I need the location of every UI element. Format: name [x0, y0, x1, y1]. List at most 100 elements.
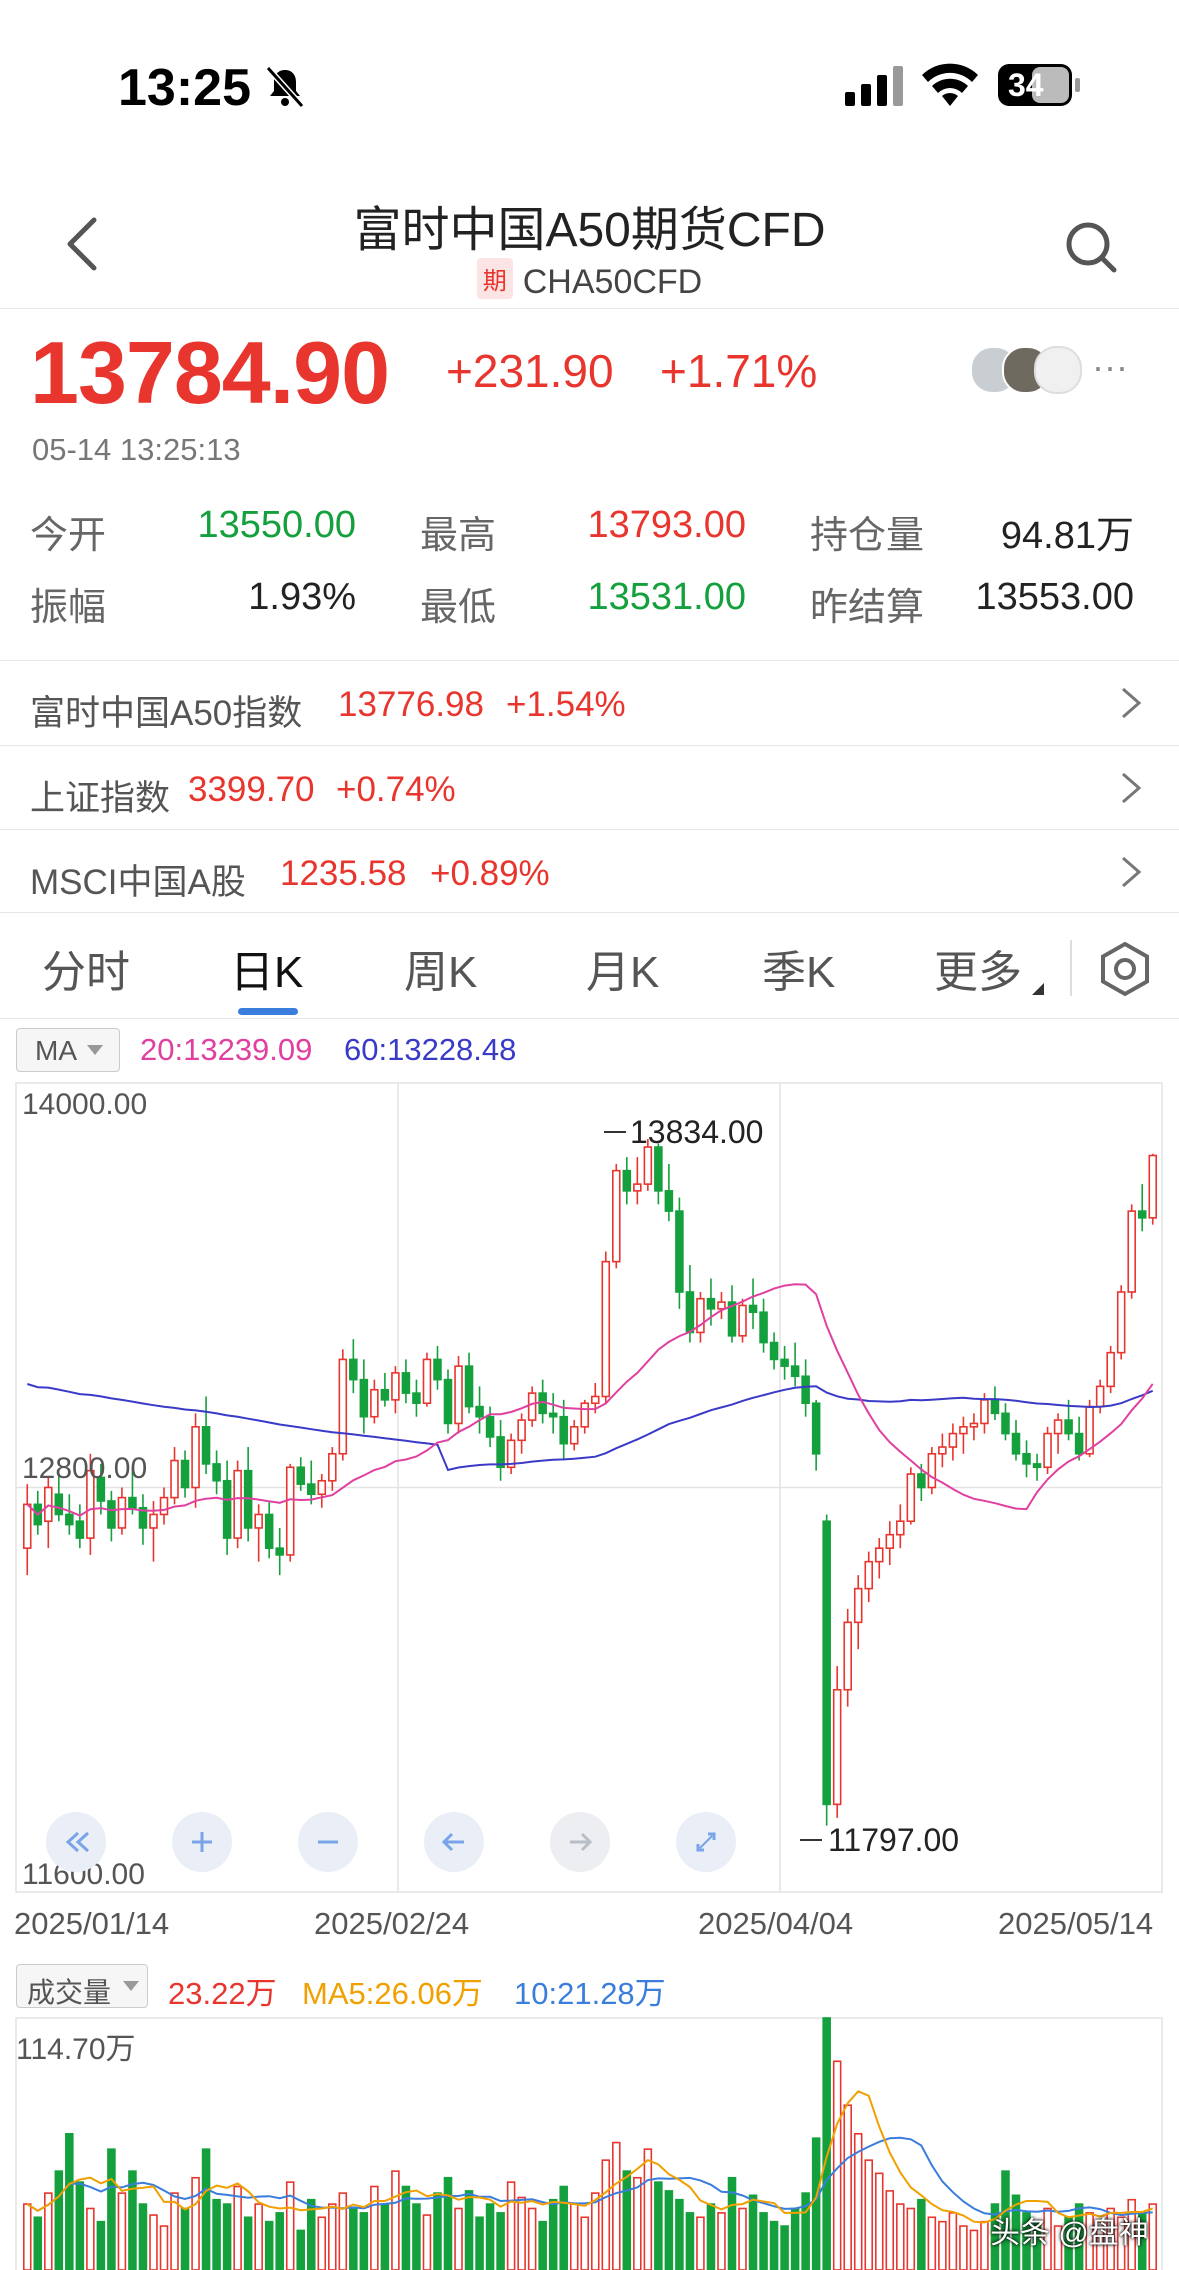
candle-body: [980, 1399, 989, 1425]
scroll-to-start-button[interactable]: [46, 1812, 106, 1872]
zoom-out-button[interactable]: [298, 1812, 358, 1872]
candle-body: [654, 1146, 663, 1192]
wifi-icon: [922, 62, 978, 106]
arrow-right-icon: [570, 1832, 593, 1852]
candle-body: [149, 1513, 158, 1529]
tab-intraday[interactable]: 分时: [42, 936, 130, 1000]
cellular-signal-icon: [845, 66, 903, 106]
high-marker-line: [604, 1131, 626, 1133]
candle-body: [359, 1378, 369, 1418]
volume-bar: [590, 2192, 600, 2270]
volume-bar: [643, 2148, 653, 2270]
volume-bar: [738, 2207, 747, 2270]
candle-body: [317, 1479, 327, 1496]
more-button[interactable]: ···: [1092, 346, 1128, 388]
candle-body: [675, 1210, 684, 1293]
volume-bar: [180, 2207, 190, 2270]
volume-bar: [769, 2220, 779, 2270]
volume-bar: [391, 2170, 400, 2270]
candle-body: [748, 1304, 758, 1314]
candle-body: [233, 1469, 242, 1539]
high-marker-label: 13834.00: [630, 1114, 764, 1150]
volume-bar: [780, 2225, 789, 2270]
candle-body: [475, 1405, 484, 1418]
volume-bar: [254, 2203, 263, 2270]
volume-bar: [843, 2104, 852, 2270]
related-index-row[interactable]: MSCI中国A股 1235.58 +0.89%: [0, 830, 1179, 914]
volume-selector[interactable]: 成交量: [16, 1964, 148, 2008]
battery-icon: 34: [998, 64, 1080, 106]
candle-body: [548, 1412, 558, 1418]
candle-body: [180, 1459, 190, 1489]
volume-bar: [759, 2212, 768, 2270]
divider: [0, 308, 1179, 309]
volume-bar: [33, 2216, 43, 2270]
related-index-value: 13776.98: [338, 685, 484, 724]
minus-icon: [318, 1840, 338, 1844]
scroll-right-button[interactable]: [550, 1812, 610, 1872]
candle-body: [1116, 1291, 1126, 1354]
volume-bar: [359, 2212, 369, 2270]
candle-body: [75, 1520, 85, 1539]
volume-bar: [811, 2137, 821, 2270]
mute-bell-icon: [262, 64, 308, 110]
candle-body: [853, 1587, 863, 1624]
candle-body: [769, 1341, 779, 1361]
stat-label-open: 今开: [30, 515, 107, 557]
volume-bar: [454, 2207, 463, 2270]
candle-body: [1064, 1419, 1073, 1435]
tab-quarterly-k[interactable]: 季K: [762, 936, 835, 1000]
volume-bar: [948, 2212, 958, 2270]
x-axis-date: 2025/01/14: [14, 1906, 170, 1941]
candle-body: [285, 1466, 295, 1556]
related-index-row[interactable]: 上证指数 3399.70 +0.74%: [0, 746, 1179, 830]
stat-value-prev-settle: 13553.00: [975, 576, 1135, 618]
candle-body: [832, 1688, 842, 1806]
volume-bar: [917, 2198, 926, 2270]
watcher-avatars[interactable]: [970, 346, 1082, 394]
ma60-value: 60:13228.48: [344, 1032, 517, 1067]
volume-bar: [654, 2181, 663, 2270]
symbol-code: CHA50CFD: [522, 263, 703, 301]
volume-bar: [54, 2170, 64, 2270]
volume-bar: [433, 2192, 442, 2270]
candle-body: [1043, 1432, 1052, 1469]
chart-settings-button[interactable]: [1096, 940, 1154, 998]
tab-more[interactable]: 更多: [934, 936, 1022, 1000]
related-index-row[interactable]: 富时中国A50指数 13776.98 +1.54%: [0, 661, 1179, 745]
low-marker-label: 11797.00: [828, 1822, 960, 1858]
candlestick-chart[interactable]: [0, 1080, 1179, 1900]
fullscreen-button[interactable]: [676, 1812, 736, 1872]
candle-body: [517, 1419, 526, 1442]
stat-label-high: 最高: [420, 515, 497, 557]
candle-body: [717, 1301, 726, 1310]
candle-body: [590, 1395, 600, 1405]
related-index-value: 3399.70: [188, 770, 315, 809]
x-axis-date: 2025/02/24: [314, 1906, 470, 1941]
tab-weekly-k[interactable]: 周K: [404, 936, 477, 1000]
tab-monthly-k[interactable]: 月K: [586, 936, 659, 1000]
volume-bar: [790, 2207, 800, 2270]
volume-bar: [538, 2220, 547, 2270]
volume-bar: [633, 2176, 642, 2270]
candle-body: [959, 1426, 968, 1435]
volume-bar: [622, 2170, 632, 2270]
volume-bar: [959, 2225, 968, 2270]
related-index-name: 富时中国A50指数: [30, 694, 303, 733]
candle-body: [990, 1399, 1000, 1415]
ma-selector[interactable]: MA: [16, 1028, 120, 1072]
candle-body: [212, 1463, 221, 1482]
volume-bar: [485, 2203, 495, 2270]
candle-body: [906, 1473, 916, 1523]
candle-body: [454, 1365, 463, 1425]
tab-daily-k[interactable]: 日K: [230, 936, 303, 1000]
candle-body: [496, 1436, 505, 1469]
related-index-value: 1235.58: [280, 854, 407, 893]
volume-bar: [822, 2017, 831, 2270]
volume-bar: [96, 2220, 106, 2270]
search-button[interactable]: [1064, 220, 1120, 276]
volume-bar: [86, 2207, 95, 2270]
zoom-in-button[interactable]: [172, 1812, 232, 1872]
chevron-right-icon: [1122, 772, 1142, 804]
scroll-left-button[interactable]: [424, 1812, 484, 1872]
